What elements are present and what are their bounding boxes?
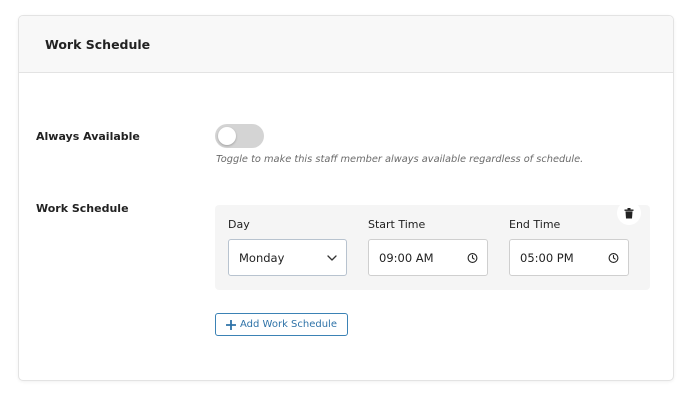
end-time-label: End Time <box>509 218 561 231</box>
always-available-toggle[interactable] <box>215 124 264 148</box>
always-available-helper-text: Toggle to make this staff member always … <box>216 154 584 165</box>
start-time-value: 09:00 AM <box>379 250 434 265</box>
schedule-entry: Day Start Time End Time Monday 09:00 AM … <box>215 205 650 290</box>
always-available-label: Always Available <box>36 130 140 143</box>
delete-schedule-button[interactable] <box>617 201 641 225</box>
plus-icon <box>226 319 236 330</box>
start-time-label: Start Time <box>368 218 426 231</box>
add-work-schedule-label: Add Work Schedule <box>240 319 337 330</box>
clock-icon[interactable] <box>608 252 619 263</box>
day-select-value: Monday <box>239 250 285 265</box>
add-work-schedule-button[interactable]: Add Work Schedule <box>215 313 348 336</box>
start-time-input[interactable]: 09:00 AM <box>368 239 488 276</box>
chevron-down-icon <box>327 254 337 261</box>
card-title: Work Schedule <box>45 36 151 52</box>
work-schedule-card: Work Schedule Always Available Toggle to… <box>18 15 674 381</box>
end-time-input[interactable]: 05:00 PM <box>509 239 629 276</box>
toggle-knob <box>218 127 236 145</box>
trash-icon <box>624 204 634 223</box>
end-time-value: 05:00 PM <box>520 250 574 265</box>
day-label: Day <box>228 218 250 231</box>
clock-icon[interactable] <box>467 252 478 263</box>
day-select[interactable]: Monday <box>228 239 347 276</box>
work-schedule-label: Work Schedule <box>36 202 129 215</box>
card-header: Work Schedule <box>19 16 673 73</box>
